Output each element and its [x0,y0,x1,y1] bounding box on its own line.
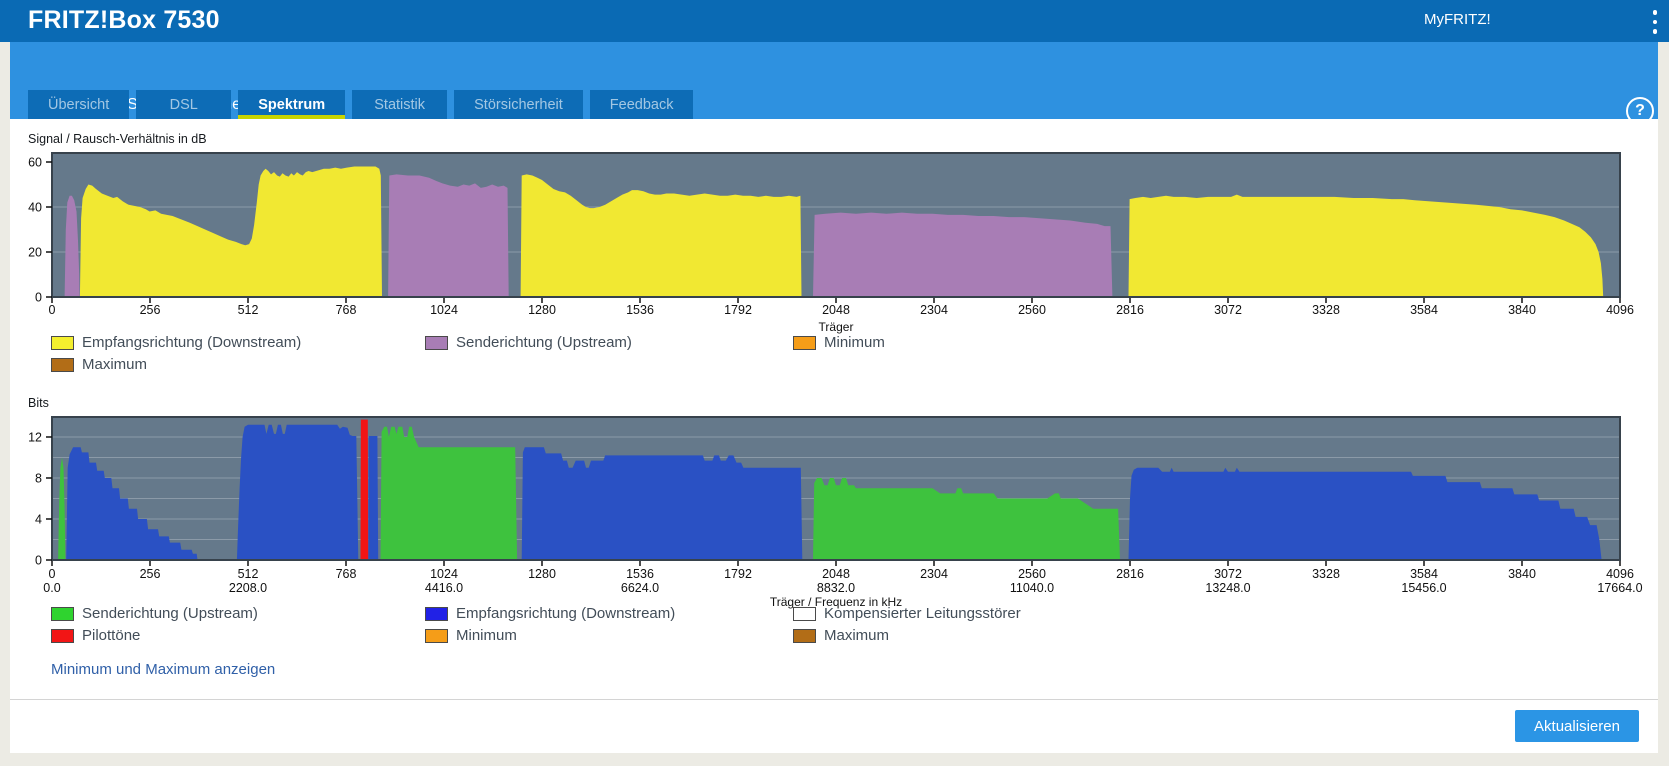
fritzbox-page: FRITZ!Box 7530 MyFRITZ! Internet>DSL-Inf… [0,0,1669,766]
legend-swatch-icon [425,606,448,621]
legend-item: Kompensierter Leitungsstörer [793,605,1611,622]
legend-label: Minimum [456,627,517,644]
myfritz-link[interactable]: MyFRITZ! [1424,11,1491,28]
legend-item: Pilottöne [51,627,425,644]
legend-swatch-icon [793,628,816,643]
legend-label: Senderichtung (Upstream) [456,334,632,351]
legend-swatch-icon [51,628,74,643]
legend-swatch-icon [425,335,448,350]
tab-bar: Übersicht DSL Spektrum Statistik Störsicherh… [28,90,694,119]
snr-legend: Empfangsrichtung (Downstream) Senderichtu… [51,334,1611,373]
bits-chart-title: Bits [28,396,49,410]
legend-swatch-icon [793,606,816,621]
legend-label: Maximum [824,627,890,644]
legend-swatch-icon [51,335,74,350]
kebab-menu-icon[interactable] [1648,10,1662,34]
bits-legend: Senderichtung (Upstream) Empfangsrichtung… [51,605,1611,644]
footer-divider [10,699,1658,700]
tab-statistik[interactable]: Statistik [352,90,448,119]
snr-chart-title: Signal / Rausch-Verhältnis in dB [28,132,207,146]
legend-item: Minimum [793,334,1611,351]
legend-item: Senderichtung (Upstream) [51,605,425,622]
legend-item: Maximum [793,627,1611,644]
tab-st-rsicherheit[interactable]: Störsicherheit [454,90,583,119]
legend-swatch-icon [425,628,448,643]
legend-item: Empfangsrichtung (Downstream) [51,334,425,351]
tab-dsl[interactable]: DSL [136,90,232,119]
top-bar: FRITZ!Box 7530 MyFRITZ! [0,0,1669,42]
legend-label: Empfangsrichtung (Downstream) [82,334,302,351]
app-title: FRITZ!Box 7530 [28,6,220,34]
tab-spektrum[interactable]: Spektrum [238,90,346,119]
legend-label: Pilottöne [82,627,141,644]
legend-swatch-icon [793,335,816,350]
legend-label: Kompensierter Leitungsstörer [824,605,1021,622]
legend-label: Senderichtung (Upstream) [82,605,258,622]
show-minmax-link[interactable]: Minimum und Maximum anzeigen [51,661,275,678]
legend-label: Empfangsrichtung (Downstream) [456,605,676,622]
refresh-button[interactable]: Aktualisieren [1515,710,1639,742]
content-card [10,119,1658,753]
legend-swatch-icon [51,606,74,621]
legend-item: Empfangsrichtung (Downstream) [425,605,793,622]
legend-item: Senderichtung (Upstream) [425,334,793,351]
tab--bersicht[interactable]: Übersicht [28,90,130,119]
tab-feedback[interactable]: Feedback [589,90,694,119]
legend-item: Minimum [425,627,793,644]
legend-label: Minimum [824,334,885,351]
legend-label: Maximum [82,356,148,373]
legend-swatch-icon [51,357,74,372]
legend-item: Maximum [51,356,425,373]
